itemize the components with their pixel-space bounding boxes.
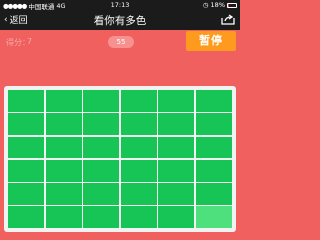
color-tile[interactable] (120, 90, 157, 112)
color-tile[interactable] (83, 183, 120, 205)
color-tile[interactable] (158, 136, 195, 159)
color-tile[interactable] (120, 183, 157, 205)
pause-button[interactable]: 暂停 (186, 31, 236, 51)
odd-color-tile[interactable] (195, 206, 232, 228)
color-tile[interactable] (83, 136, 120, 159)
color-tile[interactable] (45, 90, 82, 112)
color-tile[interactable] (83, 159, 120, 182)
nav-bar: ‹ 返回 看你有多色 (0, 10, 240, 30)
color-tile[interactable] (45, 136, 82, 159)
color-tile[interactable] (8, 183, 45, 205)
color-tile[interactable] (158, 113, 195, 135)
color-tile[interactable] (8, 206, 45, 228)
color-tile[interactable] (158, 90, 195, 112)
color-tile[interactable] (83, 90, 120, 112)
status-right: ◷ 18% (203, 1, 237, 9)
color-tile[interactable] (45, 159, 82, 182)
color-tile[interactable] (120, 136, 157, 159)
color-tile[interactable] (120, 206, 157, 228)
game-board (4, 86, 236, 232)
share-icon[interactable] (221, 14, 235, 25)
color-tile[interactable] (195, 90, 232, 112)
page-title: 看你有多色 (93, 15, 147, 27)
color-tile[interactable] (83, 206, 120, 228)
color-tile[interactable] (8, 159, 45, 182)
color-tile[interactable] (45, 206, 82, 228)
color-tile[interactable] (195, 113, 232, 135)
battery-percent: 18% (210, 1, 225, 9)
color-tile[interactable] (8, 136, 45, 159)
score-value: 7 (27, 37, 33, 46)
color-tile[interactable] (195, 159, 232, 182)
back-label: 返回 (9, 16, 28, 26)
color-tile[interactable] (45, 183, 82, 205)
color-tile[interactable] (83, 113, 120, 135)
color-tile[interactable] (120, 159, 157, 182)
color-tile[interactable] (158, 183, 195, 205)
tile-grid (8, 90, 232, 228)
color-tile[interactable] (158, 159, 195, 182)
color-tile[interactable] (8, 113, 45, 135)
battery-icon (227, 2, 237, 8)
chevron-left-icon: ‹ (4, 14, 8, 25)
alarm-icon: ◷ (202, 1, 209, 9)
color-tile[interactable] (8, 90, 45, 112)
color-tile[interactable] (158, 206, 195, 228)
color-tile[interactable] (195, 183, 232, 205)
status-bar: ●●●●● 中国联通 4G 17:13 ◷ 18% (0, 0, 240, 11)
color-tile[interactable] (120, 113, 157, 135)
back-button[interactable]: ‹ 返回 (4, 13, 28, 27)
timer-badge: 55 (108, 36, 134, 48)
color-tile[interactable] (195, 136, 232, 159)
color-tile[interactable] (45, 113, 82, 135)
